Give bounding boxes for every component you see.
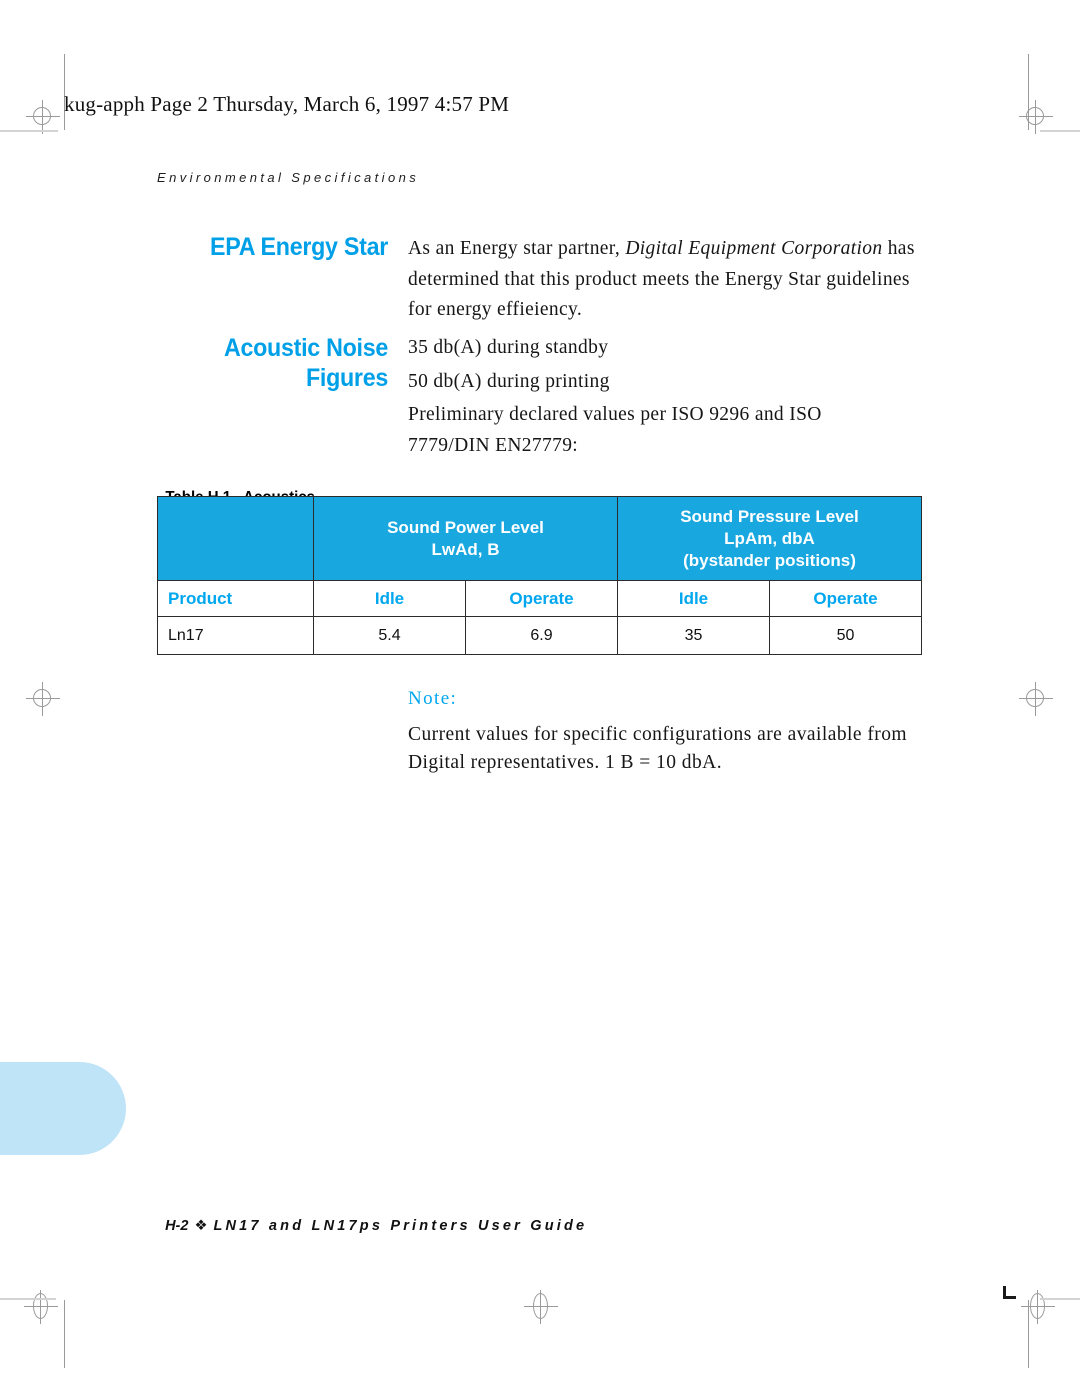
thumb-index-tab: [0, 1062, 126, 1155]
registration-vline: [1037, 1290, 1038, 1324]
sound-pressure-level-line-1: Sound Pressure Level: [680, 506, 859, 526]
epa-body-text-pre: As an Energy star partner,: [408, 238, 626, 259]
framemaker-file-header: kug-apph Page 2 Thursday, March 6, 1997 …: [64, 92, 510, 116]
table-group-header-empty: [157, 496, 314, 581]
cell-pressure-operate: 50: [768, 616, 923, 655]
cell-power-idle: 5.4: [313, 616, 466, 655]
registration-mark-mid-left: [26, 682, 60, 716]
section-heading-acoustic-noise-figures: Acoustic Noise Figures: [174, 333, 388, 393]
registration-mark-bottom-right: [1021, 1290, 1055, 1324]
column-header-pressure-idle: Idle: [617, 580, 770, 617]
crop-line-bottom-left-rule: [0, 1298, 56, 1300]
registration-hline: [1019, 698, 1053, 699]
section-body-acoustic-line-3: Preliminary declared values per ISO 9296…: [408, 404, 822, 456]
note-body: Current values for specific configuratio…: [408, 724, 908, 773]
registration-mark-mid-right: [1019, 682, 1053, 716]
registration-vline: [40, 1290, 41, 1324]
column-header-power-operate: Operate: [465, 580, 618, 617]
section-heading-epa-energy-star: EPA Energy Star: [209, 233, 388, 261]
section-body-epa-energy-star: As an Energy star partner, Digital Equip…: [408, 234, 938, 326]
registration-circle: [1030, 1293, 1045, 1319]
epa-body-company-name: Digital Equipment Corporation: [625, 238, 883, 259]
registration-circle: [33, 1293, 48, 1319]
cell-pressure-idle: 35: [617, 616, 770, 655]
cell-power-operate: 6.9: [465, 616, 618, 655]
registration-circle: [33, 107, 51, 125]
registration-mark-top-right: [1019, 100, 1053, 134]
registration-hline: [26, 698, 60, 699]
registration-hline: [24, 1306, 58, 1307]
registration-hline: [1019, 116, 1053, 117]
registration-mark-bottom-center: [524, 1290, 558, 1324]
registration-vline: [1035, 682, 1036, 716]
registration-hline: [1021, 1306, 1055, 1307]
registration-circle: [33, 689, 51, 707]
section-body-acoustic-line-2: 50 db(A) during printing: [408, 371, 610, 392]
footer-title: LN17 and LN17ps Printers User Guide: [213, 1218, 588, 1234]
corner-crop-mark-bottom-right: [1003, 1286, 1016, 1299]
section-heading-line-1: Acoustic Noise: [223, 334, 388, 362]
registration-vline: [42, 682, 43, 716]
cell-product-name: Ln17: [157, 616, 314, 655]
footer-page-number: H-2: [165, 1218, 189, 1234]
registration-hline: [26, 116, 60, 117]
registration-vline: [540, 1290, 541, 1324]
registration-circle: [533, 1293, 548, 1319]
table-row: Ln17 5.4 6.9 35 50: [157, 616, 923, 655]
table-group-header-sound-pressure-level: Sound Pressure Level LpAm, dbA (bystande…: [616, 496, 923, 581]
acoustics-table: Sound Power Level LwAd, B Sound Pressure…: [157, 496, 923, 655]
crop-line-left-bottom: [64, 1300, 65, 1368]
table-column-header-row: Product Idle Operate Idle Operate: [157, 580, 923, 617]
column-header-product: Product: [157, 580, 314, 617]
registration-hline: [524, 1306, 558, 1307]
crop-line-right-top: [1028, 54, 1029, 130]
column-header-pressure-operate: Operate: [768, 580, 923, 617]
sound-power-level-line-2: LwAd, B: [431, 539, 500, 559]
crop-line-top-left-rule: [0, 130, 58, 132]
running-head: Environmental Specifications: [157, 170, 420, 185]
sound-power-level-line-1: Sound Power Level: [387, 517, 544, 537]
crop-line-bottom-right-rule: [1040, 1298, 1080, 1300]
section-body-acoustic-line-1: 35 db(A) during standby: [408, 337, 609, 358]
registration-mark-top-left: [26, 100, 60, 134]
sound-pressure-level-line-3: (bystander positions): [683, 550, 856, 570]
crop-line-right-bottom: [1028, 1300, 1029, 1368]
registration-circle: [1026, 689, 1044, 707]
registration-mark-bottom-left: [24, 1290, 58, 1324]
registration-vline: [42, 100, 43, 134]
table-group-header-row: Sound Power Level LwAd, B Sound Pressure…: [157, 496, 923, 581]
note-label: Note:: [408, 688, 458, 709]
table-group-header-sound-power-level: Sound Power Level LwAd, B: [313, 496, 618, 581]
crop-line-top-right-rule: [1040, 130, 1080, 132]
registration-vline: [1035, 100, 1036, 134]
column-header-power-idle: Idle: [313, 580, 466, 617]
section-heading-line-2: Figures: [305, 364, 388, 392]
sound-pressure-level-line-2: LpAm, dbA: [724, 528, 815, 548]
page-footer: H-2 ❖ LN17 and LN17ps Printers User Guide: [157, 1202, 587, 1234]
diamond-icon: ❖: [194, 1218, 208, 1234]
